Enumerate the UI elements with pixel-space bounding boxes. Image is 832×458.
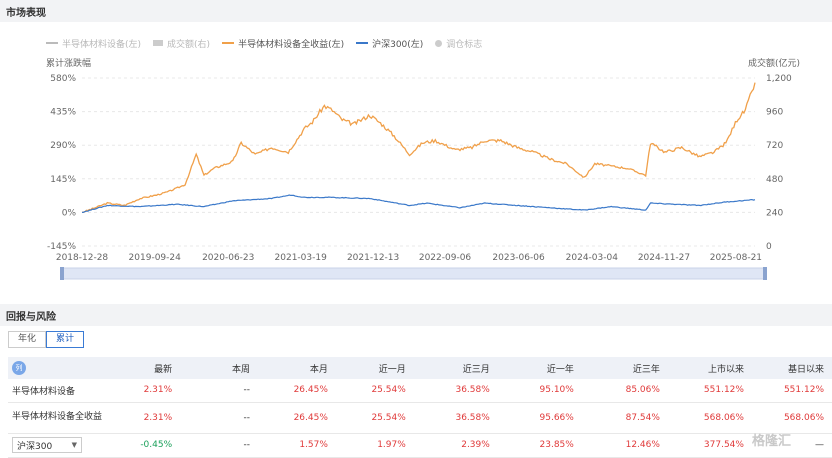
table-row: 半导体材料设备 2.31% -- 26.45% 25.54% 36.58% 95.10% 85… — [8, 379, 832, 403]
table-cell: 25.54% — [335, 402, 414, 434]
legend-label: 调仓标志 — [446, 39, 483, 50]
column-header: 近三年 — [581, 357, 668, 379]
x-tick-label: 2018-12-28 — [56, 253, 109, 263]
x-tick-label: 2021-03-19 — [275, 253, 328, 263]
y2-tick-label: 1,200 — [766, 74, 792, 84]
y-tick-label: 435% — [50, 108, 76, 118]
table-cell: 25.54% — [335, 379, 414, 403]
legend-label: 沪深300(左) — [372, 39, 424, 50]
zoom-slider-handle-right — [763, 267, 767, 280]
x-tick-label: 2025-08-21 — [710, 253, 762, 263]
table-cell: 2.31% — [102, 379, 181, 403]
zoom-slider-handle-left — [60, 267, 64, 280]
y2-tick-label: 0 — [766, 242, 772, 252]
y-tick-label: 290% — [50, 141, 76, 151]
y2-axis-title: 成交额(亿元) — [748, 57, 800, 69]
series-line — [81, 194, 756, 213]
legend-item[interactable]: 成交额(右) — [153, 37, 210, 50]
row-name: 半导体材料设备全收益 — [8, 402, 103, 434]
column-settings-icon[interactable]: 列 — [12, 361, 26, 375]
legend-label: 半导体材料设备(左) — [62, 39, 142, 50]
period-tabs: 年化 累计 — [8, 331, 85, 348]
column-header: 本月 — [258, 357, 336, 379]
table-cell: -- — [180, 379, 259, 403]
column-header: 最新 — [102, 357, 181, 379]
column-header: 近三月 — [413, 357, 498, 379]
table-cell: 1.57% — [258, 433, 336, 458]
performance-chart: 累计涨跌幅 成交额(亿元) 580% 1,200 435% 960 290% 720 145% 4… — [46, 57, 800, 280]
legend-label: 成交额(右) — [167, 39, 211, 50]
returns-table: 列 最新 本周 本月 近一月 近三月 近一年 近三年 上市以来 基日以来 半导体材料设备 2.31%… — [8, 357, 832, 458]
table-cell: -- — [180, 433, 259, 458]
section-title-returns: 回报与风险 — [0, 304, 832, 326]
tab-annualized[interactable]: 年化 — [8, 331, 47, 348]
table-cell: 26.45% — [258, 402, 336, 434]
benchmark-select[interactable]: 沪深300 ▼ — [8, 433, 103, 458]
table-cell: 95.10% — [497, 379, 582, 403]
table-row: 沪深300 ▼ -0.45% -- 1.57% 1.97% 2.39% 23.85% 12.46… — [8, 433, 832, 458]
y-tick-label: 580% — [50, 74, 76, 84]
x-tick-label: 2022-09-06 — [419, 253, 472, 263]
section-title-market: 市场表现 — [0, 0, 832, 22]
row-name: 半导体材料设备 — [8, 379, 103, 403]
table-cell: 568.06% — [667, 402, 752, 434]
table-cell: 1.97% — [335, 433, 414, 458]
x-tick-label: 2024-03-04 — [566, 253, 619, 263]
table-cell: -0.45% — [102, 433, 181, 458]
y2-tick-label: 480 — [766, 175, 783, 185]
y-tick-label: 145% — [50, 175, 76, 185]
legend-swatch — [153, 40, 164, 46]
chart-legend: 半导体材料设备(左) 成交额(右) 半导体材料设备全收益(左) 沪深300(左) 调仓标… — [46, 36, 482, 50]
column-header: 基日以来 — [751, 357, 832, 379]
column-config-cell[interactable]: 列 — [8, 357, 103, 379]
legend-swatch — [435, 39, 443, 47]
legend-swatch — [356, 42, 369, 44]
benchmark-select-value: 沪深300 — [17, 441, 53, 452]
table-row: 半导体材料设备全收益 2.31% -- 26.45% 25.54% 36.58% 95.66… — [8, 402, 832, 434]
x-tick-label: 2024-11-27 — [638, 253, 690, 263]
legend-swatch — [46, 42, 58, 44]
legend-item[interactable]: 调仓标志 — [435, 37, 482, 50]
table-cell: 2.31% — [102, 402, 181, 434]
table-cell: 23.85% — [497, 433, 582, 458]
table-cell: 551.12% — [751, 379, 832, 403]
table-cell: 36.58% — [413, 379, 498, 403]
y-axis-title: 累计涨跌幅 — [46, 57, 91, 69]
caret-down-icon: ▼ — [71, 441, 77, 449]
y-tick-label: -145% — [47, 242, 76, 252]
column-header: 上市以来 — [667, 357, 752, 379]
tab-cumulative[interactable]: 累计 — [46, 331, 85, 348]
column-header: 本周 — [180, 357, 259, 379]
x-tick-label: 2021-12-13 — [347, 253, 399, 263]
x-tick-label: 2020-06-23 — [202, 253, 254, 263]
table-cell: 95.66% — [497, 402, 582, 434]
column-header: 近一月 — [335, 357, 414, 379]
table-cell: 36.58% — [413, 402, 498, 434]
y-tick-label: 0% — [62, 208, 77, 218]
x-tick-label: 2023-06-06 — [492, 253, 545, 263]
table-cell: 87.54% — [581, 402, 668, 434]
legend-item[interactable]: 半导体材料设备全收益(左) — [222, 37, 344, 50]
y2-tick-label: 240 — [766, 208, 783, 218]
legend-item[interactable]: 半导体材料设备(左) — [46, 37, 141, 50]
zoom-slider-track — [61, 267, 766, 280]
legend-swatch — [222, 42, 235, 44]
table-cell: 12.46% — [581, 433, 668, 458]
table-cell: 2.39% — [413, 433, 498, 458]
table-cell: -- — [180, 402, 259, 434]
table-cell: 85.06% — [581, 379, 668, 403]
x-tick-label: 2019-09-24 — [129, 253, 182, 263]
series-line — [81, 82, 756, 214]
y2-tick-label: 960 — [766, 108, 783, 118]
watermark-logo: 格隆汇 — [752, 434, 792, 449]
table-cell: 551.12% — [667, 379, 752, 403]
legend-item[interactable]: 沪深300(左) — [356, 37, 423, 50]
column-header: 近一年 — [497, 357, 582, 379]
table-cell: 377.54% — [667, 433, 752, 458]
table-cell: 568.06% — [751, 402, 832, 434]
table-cell: 26.45% — [258, 379, 336, 403]
y2-tick-label: 720 — [766, 141, 783, 151]
legend-label: 半导体材料设备全收益(左) — [238, 39, 345, 50]
